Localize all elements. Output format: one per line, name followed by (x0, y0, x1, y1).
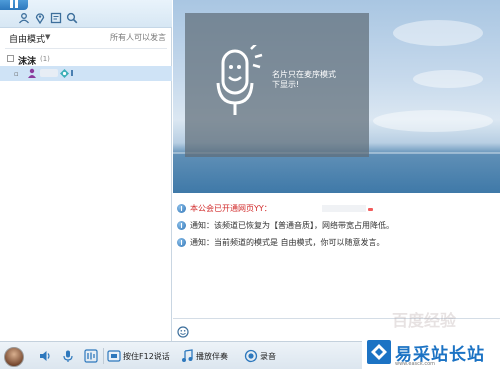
people-icon[interactable] (18, 12, 30, 24)
emoji-icon[interactable] (177, 326, 189, 338)
message-text: 通知：该频道已恢复为【普通音质】，网络带宽占用降低。 (190, 221, 394, 230)
redacted-mark (368, 208, 373, 211)
channel-sidebar: 自由模式 ▼ 所有人可以发言 沫沫 (1) ▫ (0, 0, 172, 341)
info-icon (177, 221, 186, 230)
microphone-icon[interactable] (61, 349, 75, 363)
record-icon[interactable] (244, 349, 258, 363)
business-card-notice: 名片只在麦序模式 下显示! (272, 70, 362, 90)
user-badge-icon (59, 68, 70, 79)
main-panel: 名片只在麦序模式 下显示! 本公会已开通网页YY： 通知：该频道已恢复为【普通音… (173, 0, 500, 341)
push-to-talk-icon[interactable] (107, 349, 121, 363)
divider (5, 48, 167, 49)
mode-row: 自由模式 ▼ 所有人可以发言 (0, 28, 172, 48)
notice-line-2: 下显示! (272, 80, 300, 89)
info-icon (177, 204, 186, 213)
channel-item[interactable]: 沫沫 (1) (0, 52, 172, 67)
watermark-url: www.easck.com (395, 361, 436, 367)
channel-member-count: (1) (40, 55, 50, 63)
separator (103, 348, 104, 364)
sidebar-toolbar (0, 0, 172, 28)
record-button[interactable]: 录音 (260, 351, 276, 362)
chat-message: 通知：当前频道的模式是 自由模式，你可以随意发言。 (177, 237, 497, 249)
chat-message: 通知：该频道已恢复为【普通音质】，网络带宽占用降低。 (177, 220, 497, 232)
app-logo (0, 0, 28, 10)
play-accompaniment-button[interactable]: 播放伴奏 (196, 351, 228, 362)
push-to-talk-button[interactable]: 按住F12说话 (123, 351, 170, 362)
user-expand-icon: ▫ (14, 70, 19, 78)
my-avatar[interactable] (4, 347, 24, 367)
message-text: 通知：当前频道的模式是 自由模式，你可以随意发言。 (190, 238, 385, 247)
site-watermark: 易采站长站 www.easck.com (362, 337, 500, 369)
channel-banner: 名片只在麦序模式 下显示! (173, 0, 500, 193)
mode-dropdown[interactable]: 自由模式 (9, 32, 45, 45)
search-icon[interactable] (66, 12, 78, 24)
watermark-logo-icon (367, 340, 391, 364)
message-text: 本公会已开通网页YY： (190, 204, 272, 213)
info-icon (177, 238, 186, 247)
chat-message: 本公会已开通网页YY： (177, 203, 497, 215)
equalizer-icon[interactable] (84, 349, 98, 363)
location-icon[interactable] (34, 12, 46, 24)
user-list-item[interactable]: ▫ (0, 66, 172, 81)
microphone-icon (215, 43, 263, 125)
redacted-link (322, 205, 366, 212)
collapse-icon[interactable] (7, 55, 14, 62)
chevron-down-icon[interactable]: ▼ (45, 33, 50, 41)
music-note-icon[interactable] (180, 349, 194, 363)
notes-icon[interactable] (50, 12, 62, 24)
notice-line-1: 名片只在麦序模式 (272, 70, 336, 79)
video-card: 名片只在麦序模式 下显示! (185, 13, 369, 157)
speak-permission-text: 所有人可以发言 (110, 33, 166, 42)
speaker-icon[interactable] (38, 349, 52, 363)
watermark-ghost: 百度经验 (392, 311, 457, 330)
user-name-redacted (40, 69, 58, 77)
chat-message-list: 本公会已开通网页YY： 通知：该频道已恢复为【普通音质】，网络带宽占用降低。 通… (173, 196, 500, 316)
mic-level-indicator (71, 70, 73, 76)
user-avatar-icon (27, 68, 37, 78)
